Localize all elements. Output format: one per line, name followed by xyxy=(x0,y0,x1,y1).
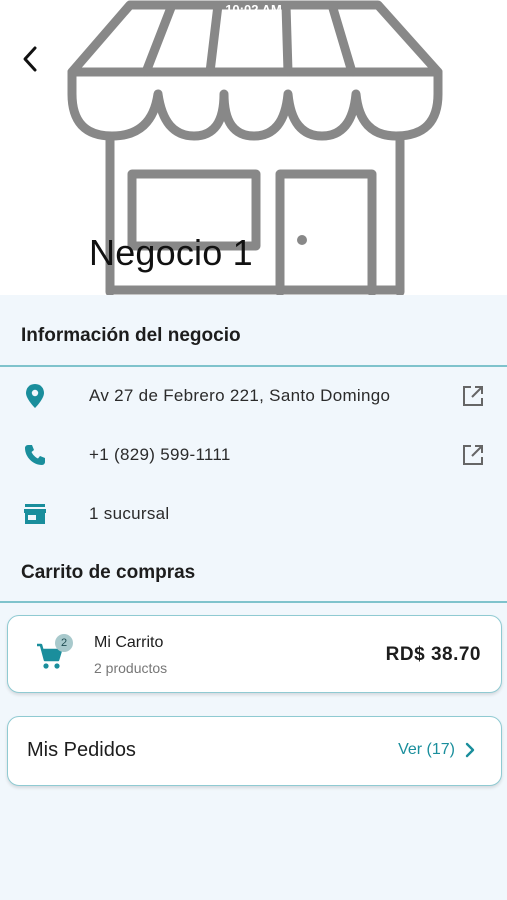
store-icon xyxy=(22,501,48,527)
phone-open-link[interactable] xyxy=(460,442,486,468)
cart-product-count: 2 productos xyxy=(94,660,168,676)
phone-icon xyxy=(22,442,48,468)
cart-card[interactable]: 2 Mi Carrito 2 productos RD$ 38.70 xyxy=(7,615,502,693)
my-orders-card[interactable]: Mis Pedidos Ver (17) xyxy=(7,716,502,786)
business-info-section-title: Información del negocio xyxy=(21,325,241,346)
section-divider xyxy=(0,601,507,603)
cart-total: RD$ 38.70 xyxy=(385,644,481,665)
cart-section-title: Carrito de compras xyxy=(21,562,196,583)
address-row: Av 27 de Febrero 221, Santo Domingo xyxy=(0,376,507,416)
view-orders-text: Ver (17) xyxy=(398,741,455,758)
cart-icon-container: 2 xyxy=(36,634,76,672)
main-content: Información del negocio Av 27 de Febrero… xyxy=(0,295,507,900)
phone-text: +1 (829) 599-1111 xyxy=(89,445,231,464)
status-bar-time: 10:02 AM xyxy=(225,2,282,17)
back-button[interactable] xyxy=(14,42,46,76)
phone-row: +1 (829) 599-1111 xyxy=(0,435,507,475)
location-pin-icon xyxy=(22,383,48,409)
business-name-title: Negocio 1 xyxy=(89,232,253,273)
open-external-icon xyxy=(463,445,483,465)
cart-name: Mi Carrito xyxy=(94,634,164,651)
address-open-link[interactable] xyxy=(460,383,486,409)
chevron-right-icon xyxy=(465,742,475,758)
cart-count-badge: 2 xyxy=(55,634,73,652)
my-orders-label: Mis Pedidos xyxy=(27,739,136,761)
branches-row: 1 sucursal xyxy=(0,494,507,534)
view-orders-link[interactable]: Ver (17) xyxy=(398,741,475,759)
header-banner: 10:02 AM Negocio 1 xyxy=(0,0,507,295)
address-text: Av 27 de Febrero 221, Santo Domingo xyxy=(89,386,391,405)
branches-text: 1 sucursal xyxy=(89,504,170,523)
open-external-icon xyxy=(463,386,483,406)
section-divider xyxy=(0,365,507,367)
chevron-left-icon xyxy=(23,46,37,72)
